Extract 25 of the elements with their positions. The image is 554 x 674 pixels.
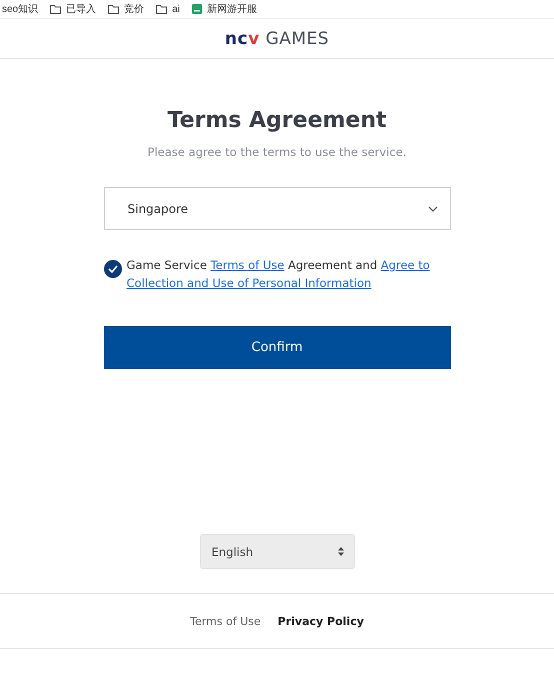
confirm-button[interactable]: Confirm [104,326,450,369]
chevron-icon [428,206,438,212]
page-subtitle: Please agree to the terms to use the service. [148,145,406,159]
page-title: Terms Agreement [167,108,387,133]
bookmark-label[interactable]: seo知识 [2,2,38,16]
agreement-link[interactable]: Agree to [380,258,430,272]
folder-icon [156,4,168,14]
sort-arrows-icon [338,547,344,556]
logo: ncv GAMES [224,28,330,48]
agreement-link[interactable]: Collection and Use of Personal Information [126,276,372,290]
folder-icon [108,4,120,14]
footer-link[interactable]: Privacy Policy [278,614,364,628]
check-icon [108,265,118,273]
folder-icon [50,4,62,14]
bookmark-label[interactable]: ai [172,4,180,14]
agree-checkbox[interactable] [104,260,122,278]
bookmark-label[interactable]: 竞价 [124,2,144,16]
footer-link[interactable]: Terms of Use [190,614,261,628]
bookmark-label[interactable]: 已导入 [66,2,96,16]
language-dropdown[interactable]: English [200,534,354,569]
agreement-link[interactable]: Terms of Use [210,258,284,272]
app-icon [192,4,202,14]
agreement-text: Game Service Terms of Use Agreement and Agree to Collection and Use of Personal Information [126,257,431,292]
country-dropdown[interactable]: Singapore [104,187,450,230]
bookmark-label[interactable]: 新网游开服 [206,2,257,16]
